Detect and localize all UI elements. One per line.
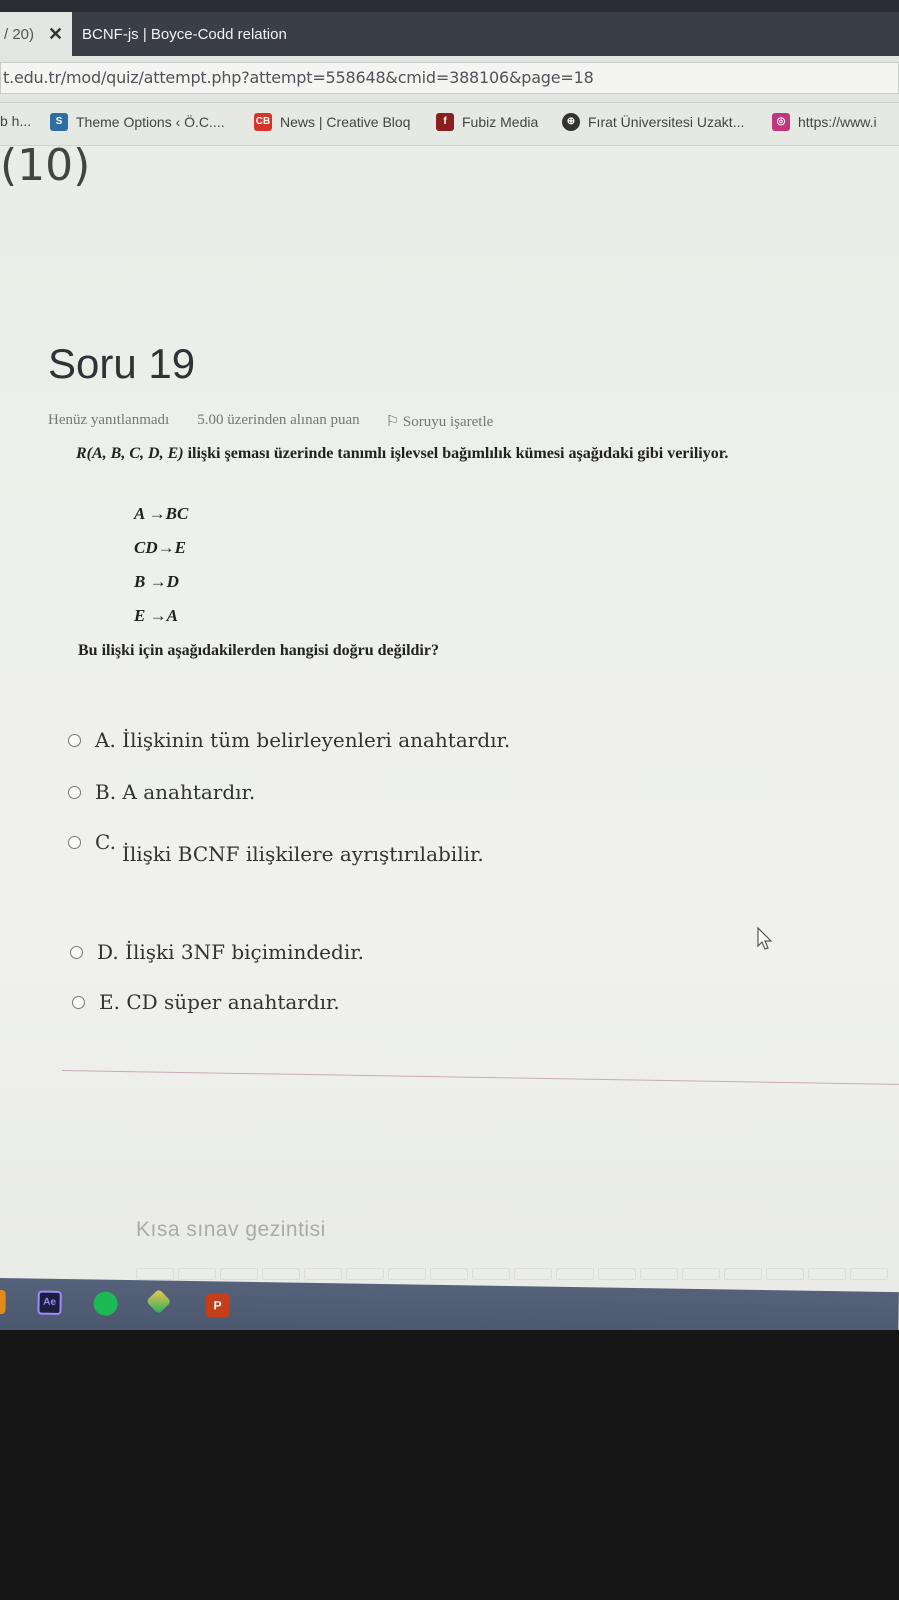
bookmark-label: News | Creative Bloq	[280, 114, 411, 130]
bookmark-label: Fubiz Media	[462, 114, 539, 130]
bookmark-item[interactable]: b h...	[0, 113, 31, 129]
option-d[interactable]: D. İlişki 3NF biçimindedir.	[70, 940, 364, 964]
quiz-navigation-buttons	[136, 1268, 896, 1282]
question-text: R(A, B, C, D, E) ilişki şeması üzerinde …	[76, 438, 846, 470]
bookmark-label: https://www.i	[798, 114, 877, 130]
option-b[interactable]: B. A anahtardır.	[68, 780, 255, 804]
tab-strip: / 20) ✕ BCNF-js | Boyce-Codd relation	[0, 12, 899, 56]
radio-button[interactable]	[68, 836, 81, 849]
option-c[interactable]: C. İlişki BCNF ilişkilere ayrıştırılabili…	[68, 830, 484, 866]
bezel	[0, 0, 899, 12]
fd-item: CD→E	[134, 538, 186, 557]
fd-item: B →D	[134, 572, 179, 591]
nav-box[interactable]	[556, 1268, 594, 1280]
tab-label: BCNF-js | Boyce-Codd relation	[82, 25, 287, 43]
radio-button[interactable]	[72, 996, 85, 1009]
bookmark-label: Fırat Üniversitesi Uzakt...	[588, 114, 745, 130]
quiz-navigation-title: Kısa sınav gezintisi	[136, 1218, 326, 1241]
nav-box[interactable]	[640, 1268, 678, 1280]
previous-heading-partial: (10)	[0, 140, 91, 191]
section-divider	[61, 1070, 899, 1085]
bookmark-item[interactable]: ◎ https://www.i	[772, 113, 877, 131]
nav-box[interactable]	[388, 1268, 426, 1280]
monitor-bezel	[0, 1330, 899, 1600]
fd-item: E →A	[134, 606, 178, 625]
mouse-cursor-icon	[757, 926, 773, 950]
question-text-rest: ilişki şeması üzerinde tanımlı işlevsel …	[183, 445, 729, 462]
bookmark-label: Theme Options ‹ Ö.C....	[76, 114, 225, 130]
option-letter: A.	[95, 728, 116, 752]
nav-box[interactable]	[304, 1268, 342, 1280]
app-icon[interactable]	[145, 1288, 172, 1315]
flag-label: Soruyu işaretle	[402, 414, 494, 430]
creative-bloq-icon: CB	[254, 113, 272, 131]
tab-active[interactable]: / 20) ✕	[0, 12, 72, 56]
nav-box[interactable]	[178, 1268, 216, 1280]
option-letter: B.	[95, 780, 117, 804]
nav-box[interactable]	[598, 1268, 636, 1280]
question-meta: Henüz yanıtlanmadı 5.00 üzerinden alınan…	[48, 412, 493, 431]
bookmark-item[interactable]: ⊕ Fırat Üniversitesi Uzakt...	[562, 113, 744, 131]
bookmark-item[interactable]: f Fubiz Media	[436, 113, 538, 131]
question-title: Soru 19	[48, 340, 196, 387]
flag-question[interactable]: ⚐ Soruyu işaretle	[386, 412, 494, 431]
option-letter: C.	[95, 830, 116, 854]
radio-button[interactable]	[68, 786, 81, 799]
option-a[interactable]: A. İlişkinin tüm belirleyenleri anahtard…	[68, 728, 510, 752]
option-letter: E.	[99, 990, 120, 1014]
bookmark-label: b h...	[0, 113, 32, 129]
nav-box[interactable]	[808, 1268, 846, 1280]
wordpress-icon: S	[50, 113, 68, 131]
address-bar: t.edu.tr/mod/quiz/attempt.php?attempt=55…	[0, 56, 899, 103]
option-text: İlişkinin tüm belirleyenleri anahtardır.	[122, 728, 511, 752]
tab-label: / 20)	[4, 25, 35, 43]
screen: / 20) ✕ BCNF-js | Boyce-Codd relation t.…	[0, 0, 899, 1360]
option-e[interactable]: E. CD süper anahtardır.	[72, 990, 340, 1014]
question-points: 5.00 üzerinden alınan puan	[197, 412, 360, 428]
fd-item: A →BC	[134, 504, 189, 523]
nav-box[interactable]	[136, 1268, 174, 1280]
option-text: A anahtardır.	[122, 780, 256, 804]
option-letter: D.	[97, 940, 119, 964]
option-text: CD süper anahtardır.	[126, 990, 340, 1014]
nav-box[interactable]	[682, 1268, 720, 1280]
university-icon: ⊕	[562, 113, 580, 131]
answer-status: Henüz yanıtlanmadı	[48, 412, 170, 428]
radio-button[interactable]	[68, 734, 81, 747]
flag-icon: ⚐	[385, 414, 400, 430]
relation-schema: R(A, B, C, D, E)	[76, 445, 184, 462]
url-field[interactable]: t.edu.tr/mod/quiz/attempt.php?attempt=55…	[0, 62, 899, 94]
instagram-icon: ◎	[772, 113, 790, 131]
bookmark-item[interactable]: S Theme Options ‹ Ö.C....	[50, 113, 225, 131]
radio-button[interactable]	[70, 946, 83, 959]
nav-box[interactable]	[262, 1268, 300, 1280]
tab-bcnf[interactable]: BCNF-js | Boyce-Codd relation	[82, 12, 287, 56]
ae-icon[interactable]: Ae	[37, 1290, 62, 1315]
close-tab-icon[interactable]: ✕	[48, 24, 63, 45]
nav-box[interactable]	[724, 1268, 762, 1280]
nav-box[interactable]	[220, 1268, 258, 1280]
nav-box[interactable]	[346, 1268, 384, 1280]
spotify-icon[interactable]	[93, 1291, 118, 1316]
sub-question: Bu ilişki için aşağıdakilerden hangisi d…	[78, 642, 439, 659]
option-text: İlişki 3NF biçimindedir.	[125, 940, 364, 964]
fubiz-icon: f	[436, 113, 454, 131]
nav-box[interactable]	[430, 1268, 468, 1280]
option-text: İlişki BCNF ilişkilere ayrıştırılabilir.	[121, 842, 484, 866]
bookmarks-bar: b h... S Theme Options ‹ Ö.C.... CB News…	[0, 103, 899, 146]
nav-box[interactable]	[850, 1268, 888, 1280]
nav-box[interactable]	[766, 1268, 804, 1280]
taskbar-app-icon[interactable]	[0, 1289, 6, 1315]
bookmark-item[interactable]: CB News | Creative Bloq	[254, 113, 410, 131]
powerpoint-icon[interactable]: P	[205, 1293, 230, 1318]
nav-box[interactable]	[472, 1268, 510, 1280]
nav-box[interactable]	[514, 1268, 552, 1280]
